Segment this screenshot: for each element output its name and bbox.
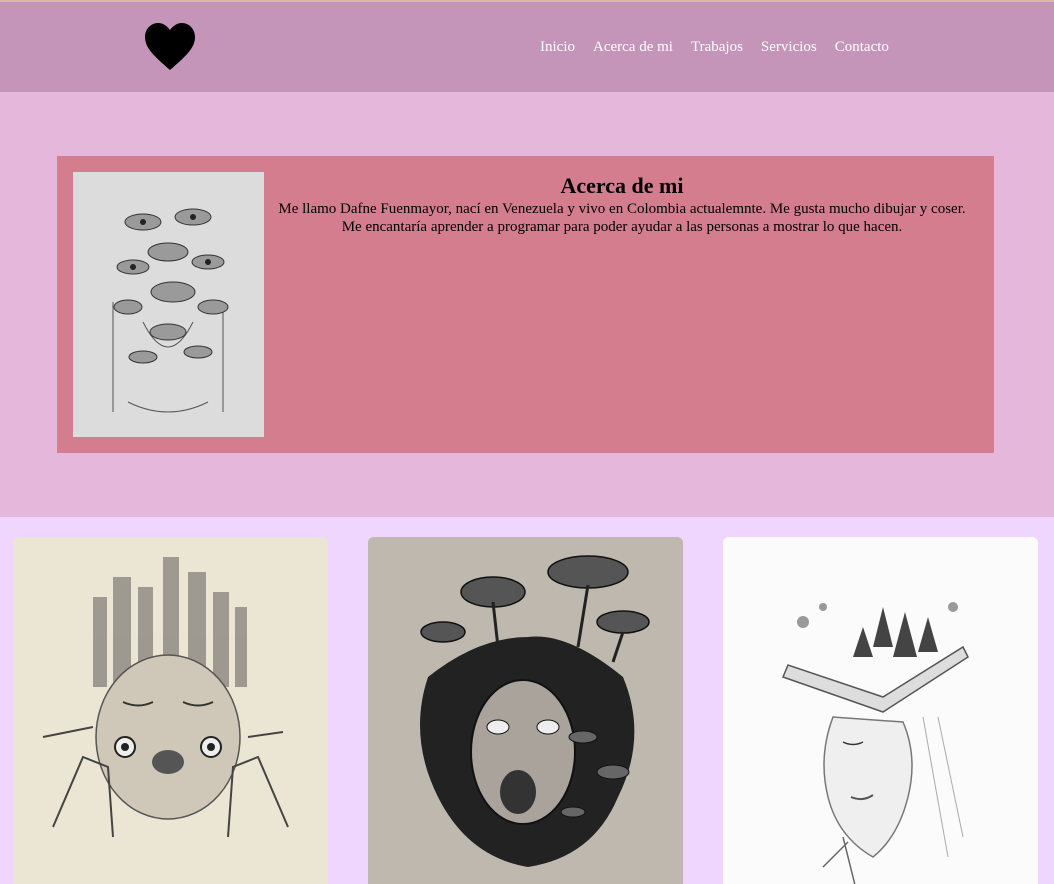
gallery-card-book-head[interactable]	[723, 537, 1038, 884]
about-body: Me llamo Dafne Fuenmayor, nací en Venezu…	[278, 201, 966, 235]
heart-icon[interactable]	[144, 22, 196, 72]
nav-link-acerca[interactable]: Acerca de mi	[593, 39, 673, 56]
about-card: Acerca de mi Me llamo Dafne Fuenmayor, n…	[57, 156, 994, 453]
gallery-card-mushroom-zombie[interactable]	[368, 537, 683, 884]
navbar: Inicio Acerca de mi Trabajos Servicios C…	[0, 0, 1054, 92]
nav-link-inicio[interactable]: Inicio	[540, 39, 575, 56]
nav-link-servicios[interactable]: Servicios	[761, 39, 817, 56]
nav-link-contacto[interactable]: Contacto	[835, 39, 889, 56]
about-portrait-drawing	[73, 172, 264, 437]
about-section: Acerca de mi Me llamo Dafne Fuenmayor, n…	[0, 92, 1054, 517]
nav-link-trabajos[interactable]: Trabajos	[691, 39, 743, 56]
about-title: Acerca de mi	[560, 173, 684, 198]
gallery	[0, 517, 1054, 884]
about-text: Acerca de mi Me llamo Dafne Fuenmayor, n…	[272, 172, 972, 236]
nav-menu: Inicio Acerca de mi Trabajos Servicios C…	[540, 39, 889, 56]
gallery-card-city-face[interactable]	[13, 537, 328, 884]
